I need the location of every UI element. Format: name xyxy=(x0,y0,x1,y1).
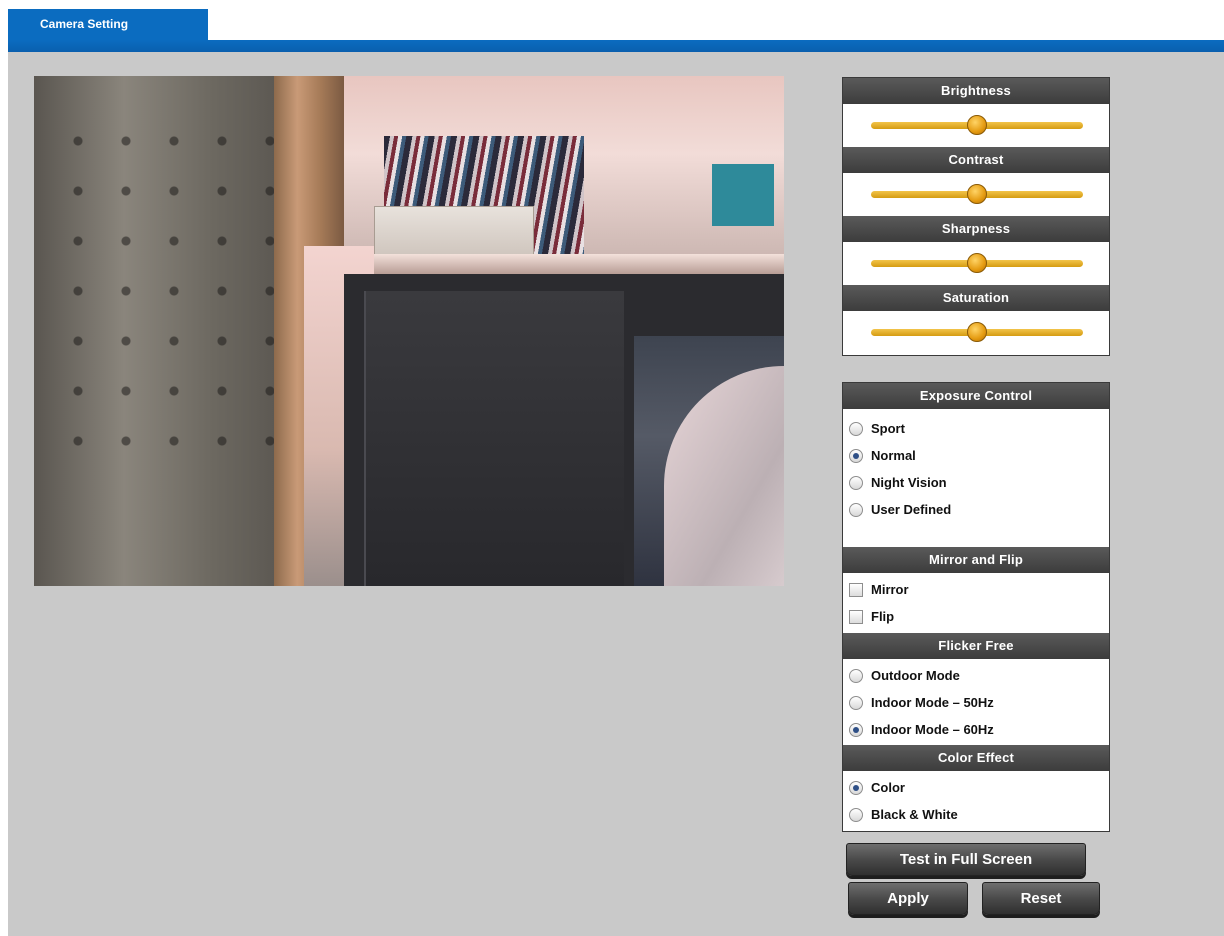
flicker-option-outdoor[interactable]: Outdoor Mode xyxy=(849,662,1109,689)
mirror-flip-options: Mirror Flip xyxy=(843,573,1109,633)
option-label: Indoor Mode – 60Hz xyxy=(871,722,994,737)
option-label: Outdoor Mode xyxy=(871,668,960,683)
sharpness-header: Sharpness xyxy=(843,216,1109,242)
option-label: Flip xyxy=(871,609,895,624)
radio-icon[interactable] xyxy=(849,475,863,490)
mirror-option[interactable]: Mirror xyxy=(849,576,1109,603)
checkbox-icon[interactable] xyxy=(849,609,863,624)
option-label: Black & White xyxy=(871,807,958,822)
saturation-slider[interactable] xyxy=(871,322,1083,342)
exposure-option-normal[interactable]: Normal xyxy=(849,442,1109,469)
color-effect-header: Color Effect xyxy=(843,745,1109,771)
option-label: Mirror xyxy=(871,582,909,597)
option-label: User Defined xyxy=(871,502,952,517)
contrast-slider-knob[interactable] xyxy=(967,184,987,204)
exposure-option-sport[interactable]: Sport xyxy=(849,415,1109,442)
contrast-header: Contrast xyxy=(843,147,1109,173)
flicker-option-indoor-50hz[interactable]: Indoor Mode – 50Hz xyxy=(849,689,1109,716)
flicker-options: Outdoor Mode Indoor Mode – 50Hz Indoor M… xyxy=(843,659,1109,745)
option-label: Normal xyxy=(871,448,916,463)
option-label: Sport xyxy=(871,421,905,436)
brightness-slider[interactable] xyxy=(871,115,1083,135)
checkbox-icon[interactable] xyxy=(849,582,863,597)
flip-option[interactable]: Flip xyxy=(849,603,1109,630)
options-panel: Exposure Control Sport Normal Night Visi… xyxy=(842,382,1110,832)
reset-button[interactable]: Reset xyxy=(982,882,1100,915)
option-label: Color xyxy=(871,780,905,795)
radio-icon[interactable] xyxy=(849,668,863,683)
radio-icon[interactable] xyxy=(849,448,863,463)
flicker-option-indoor-60hz[interactable]: Indoor Mode – 60Hz xyxy=(849,716,1109,743)
exposure-header: Exposure Control xyxy=(843,383,1109,409)
saturation-slider-knob[interactable] xyxy=(967,322,987,342)
radio-icon[interactable] xyxy=(849,421,863,436)
option-label: Night Vision xyxy=(871,475,947,490)
brightness-slider-knob[interactable] xyxy=(967,115,987,135)
exposure-option-user-defined[interactable]: User Defined xyxy=(849,496,1109,523)
exposure-options: Sport Normal Night Vision User Defined xyxy=(843,409,1109,547)
brightness-header: Brightness xyxy=(843,78,1109,104)
exposure-option-night-vision[interactable]: Night Vision xyxy=(849,469,1109,496)
radio-icon[interactable] xyxy=(849,722,863,737)
tab-underline xyxy=(8,40,1224,52)
radio-icon[interactable] xyxy=(849,502,863,517)
color-effect-option-black-white[interactable]: Black & White xyxy=(849,801,1109,828)
sharpness-slider[interactable] xyxy=(871,253,1083,273)
tab-camera-setting[interactable]: Camera Setting xyxy=(8,9,208,41)
radio-icon[interactable] xyxy=(849,780,863,795)
contrast-slider[interactable] xyxy=(871,184,1083,204)
apply-button[interactable]: Apply xyxy=(848,882,968,915)
image-adjust-panel: Brightness Contrast Sharpness Saturation xyxy=(842,77,1110,356)
option-label: Indoor Mode – 50Hz xyxy=(871,695,994,710)
mirror-flip-header: Mirror and Flip xyxy=(843,547,1109,573)
color-effect-options: Color Black & White xyxy=(843,771,1109,828)
flicker-free-header: Flicker Free xyxy=(843,633,1109,659)
test-full-screen-button[interactable]: Test in Full Screen xyxy=(846,843,1086,876)
radio-icon[interactable] xyxy=(849,807,863,822)
sharpness-slider-knob[interactable] xyxy=(967,253,987,273)
content-area: Brightness Contrast Sharpness Saturation… xyxy=(8,52,1224,936)
color-effect-option-color[interactable]: Color xyxy=(849,774,1109,801)
radio-icon[interactable] xyxy=(849,695,863,710)
saturation-header: Saturation xyxy=(843,285,1109,311)
camera-preview xyxy=(34,76,784,586)
